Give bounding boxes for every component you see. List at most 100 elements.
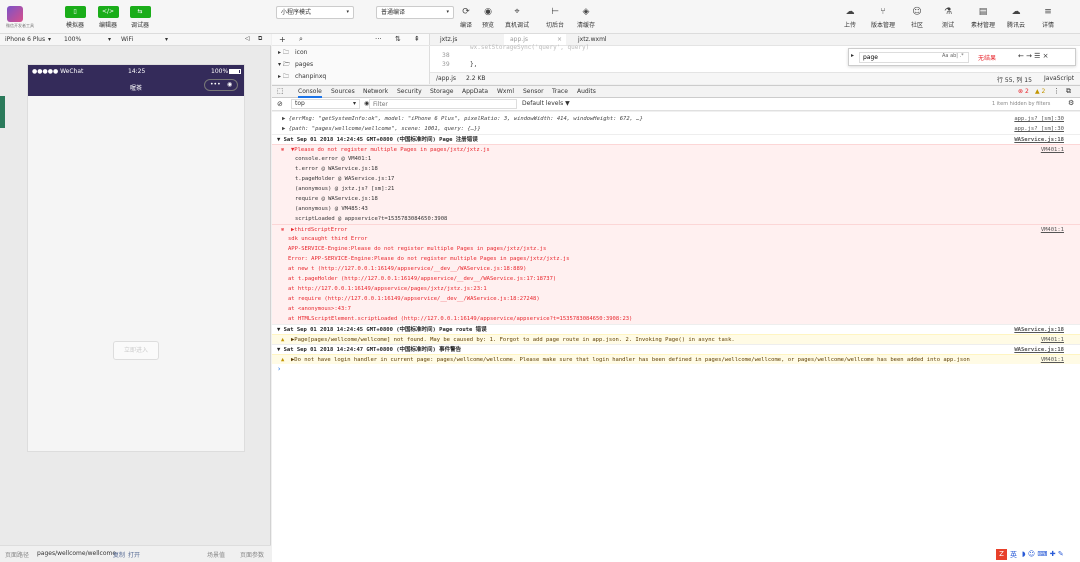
open-link[interactable]: 打开 <box>128 550 140 559</box>
capsule-menu[interactable]: ••• ◉ <box>204 79 238 91</box>
console-text: console.error @ VM401:1 <box>295 156 372 162</box>
stack-frame: require @ WAService.js:18 <box>272 194 1080 204</box>
console-error[interactable]: ⊗ ▼Please do not register multiple Pages … <box>272 144 1080 154</box>
console-prompt[interactable]: › <box>272 364 1080 374</box>
tab-sensor[interactable]: Sensor <box>523 86 544 98</box>
search-icon[interactable]: ⌕ <box>299 35 303 44</box>
cloud-button[interactable]: ☁ 腾讯云 <box>1002 6 1030 29</box>
console-warning[interactable]: ▲ ▶Page[pages/wellcome/wellcome] not foun… <box>272 334 1080 344</box>
tab-sources[interactable]: Sources <box>331 86 355 98</box>
source-link[interactable]: VM401:1 <box>1041 145 1064 154</box>
console-filter-input[interactable] <box>369 99 517 109</box>
popout-icon[interactable]: ⧉ <box>258 35 262 43</box>
network-select[interactable]: WiFi <box>121 36 133 43</box>
context-select[interactable]: top ▾ <box>291 99 360 109</box>
chevron-down-icon: ▾ <box>165 36 169 43</box>
console-text: ▶Do not have login handler in current pa… <box>291 357 970 363</box>
community-button[interactable]: ☺ 社区 <box>903 6 931 29</box>
console-row[interactable]: ▶ {errMsg: "getSystemInfo:ok", model: "i… <box>272 114 1080 124</box>
source-link[interactable]: WAService.js:18 <box>1014 345 1064 354</box>
add-icon[interactable]: + <box>279 35 286 44</box>
console-text: ▶ {errMsg: "getSystemInfo:ok", model: "i… <box>282 116 643 122</box>
gear-icon[interactable]: ⚙ <box>1068 99 1074 107</box>
inspect-icon[interactable]: ⬚ <box>277 87 284 95</box>
tree-item-icon[interactable]: ▸ 🗀 icon <box>272 47 430 58</box>
source-link[interactable]: VM401:1 <box>1041 225 1064 234</box>
upload-button[interactable]: ☁ 上传 <box>836 6 864 29</box>
source-link[interactable]: VM401:1 <box>1041 355 1064 364</box>
close-circle-icon[interactable]: ◉ <box>227 80 232 90</box>
device-select[interactable]: iPhone 6 Plus <box>5 36 45 43</box>
find-options[interactable]: Aa ab| .* <box>942 53 964 59</box>
tab-network[interactable]: Network <box>363 86 388 98</box>
console-group-header[interactable]: ▼ Sat Sep 01 2018 14:24:45 GMT+0800 (中国标… <box>272 134 1080 144</box>
material-icon: ▤ <box>978 7 988 17</box>
ime-language[interactable]: 英 <box>1010 550 1017 560</box>
tab-appdata[interactable]: AppData <box>462 86 488 98</box>
source-link[interactable]: app.js? [sm]:30 <box>1014 114 1064 124</box>
source-link[interactable]: app.js? [sm]:30 <box>1014 124 1064 134</box>
source-link[interactable]: WAService.js:18 <box>1014 325 1064 334</box>
device-button[interactable]: ⌖ 真机调试 <box>503 6 531 29</box>
eye-label: 预览 <box>481 22 494 29</box>
menu-button[interactable]: ≡ 详情 <box>1034 6 1062 29</box>
test-button[interactable]: ⚗ 测试 <box>934 6 962 29</box>
find-nav[interactable]: ← → ☰ × <box>1018 52 1049 60</box>
find-widget: ▸ Aa ab| .* 无结果 ← → ☰ × <box>848 48 1076 66</box>
switch-button[interactable]: ⊢ 切后台 <box>541 6 569 29</box>
expand-icon[interactable]: ▸ <box>851 52 854 59</box>
tab-console[interactable]: Console <box>298 86 322 98</box>
tab-storage[interactable]: Storage <box>430 86 453 98</box>
error-line: at new t (http://127.0.0.1:16149/appserv… <box>272 264 1080 274</box>
mode-select[interactable]: 小程序模式 ▾ <box>276 6 354 19</box>
console-text: ▼ Sat Sep 01 2018 14:24:45 GMT+0800 (中国标… <box>277 137 478 143</box>
collapse-icon[interactable]: ⇞ <box>414 35 420 43</box>
console-error[interactable]: ⊗ ▶thirdScriptError VM401:1 <box>272 224 1080 234</box>
tree-item-chanpinxq[interactable]: ▸ 🗀 chanpinxq <box>272 71 430 82</box>
dock-icon[interactable]: ⧉ <box>1066 87 1071 96</box>
clear-console-icon[interactable]: ⊘ <box>277 100 283 108</box>
language-mode[interactable]: JavaScript <box>1044 75 1074 82</box>
material-button[interactable]: ▤ 素材管理 <box>969 6 997 29</box>
volume-icon[interactable]: ◁ <box>245 35 250 42</box>
debugger-toggle-button[interactable]: ⇆ 调试器 <box>128 6 152 29</box>
file-tree: + ⌕ ··· ⇅ ⇞ ▸ 🗀 icon ▾ 🗁 pages ▸ 🗀 chanpinxq <box>272 34 430 84</box>
tray-icons[interactable]: ◗ ☺ ⌨ ✚ ✎ <box>1022 550 1064 558</box>
side-drag-handle[interactable] <box>0 96 5 128</box>
tab-jxtz-js[interactable]: jxtz.js <box>434 34 463 45</box>
version-button[interactable]: ⑂ 版本管理 <box>869 6 897 29</box>
enter-button[interactable]: 立即进入 <box>113 341 159 360</box>
ime-logo-icon[interactable]: Z <box>996 549 1007 560</box>
tab-trace[interactable]: Trace <box>552 86 568 98</box>
source-link[interactable]: VM401:1 <box>1041 335 1064 344</box>
code-line: wx.setStorageSync('query', query) <box>470 44 590 51</box>
kebab-menu-icon[interactable]: ⋮ <box>1053 87 1060 95</box>
tab-audits[interactable]: Audits <box>577 86 596 98</box>
source-link[interactable]: WAService.js:18 <box>1014 135 1064 144</box>
simulator-toggle-button[interactable]: ▯ 模拟器 <box>63 6 87 29</box>
compile-select[interactable]: 普通编译 ▾ <box>376 6 454 19</box>
sort-icon[interactable]: ⇅ <box>395 35 401 43</box>
tab-wxml[interactable]: Wxml <box>497 86 514 98</box>
scene-button[interactable]: 场景值 <box>207 550 225 559</box>
levels-select[interactable]: Default levels ▼ <box>522 100 570 107</box>
page-path-bar: 页面路径 pages/wellcome/wellcome 复制 打开 场景值 页… <box>0 545 271 562</box>
params-button[interactable]: 页面参数 <box>240 550 264 559</box>
tree-item-label: icon <box>295 49 308 56</box>
tree-item-pages[interactable]: ▾ 🗁 pages <box>272 59 430 70</box>
console-warning[interactable]: ▲ ▶Do not have login handler in current p… <box>272 354 1080 364</box>
more-icon[interactable]: ··· <box>375 35 382 43</box>
console-row[interactable]: ▶ {path: "pages/wellcome/wellcome", scen… <box>272 124 1080 134</box>
more-icon[interactable]: ••• <box>210 80 221 90</box>
tab-security[interactable]: Security <box>397 86 422 98</box>
console-text: at require (http://127.0.0.1:16149/appse… <box>288 296 540 302</box>
console-group-header[interactable]: ▼ Sat Sep 01 2018 14:24:47 GMT+0800 (中国标… <box>272 344 1080 354</box>
error-line: at require (http://127.0.0.1:16149/appse… <box>272 294 1080 304</box>
eye-button[interactable]: ◉ 预览 <box>474 6 502 29</box>
zoom-select[interactable]: 100% <box>64 36 81 43</box>
editor-toggle-button[interactable]: </> 编辑器 <box>96 6 120 29</box>
cache-button[interactable]: ◈ 清缓存 <box>572 6 600 29</box>
line-number: 39 <box>442 61 450 68</box>
copy-link[interactable]: 复制 <box>113 550 125 559</box>
console-group-header[interactable]: ▼ Sat Sep 01 2018 14:24:45 GMT+0800 (中国标… <box>272 324 1080 334</box>
